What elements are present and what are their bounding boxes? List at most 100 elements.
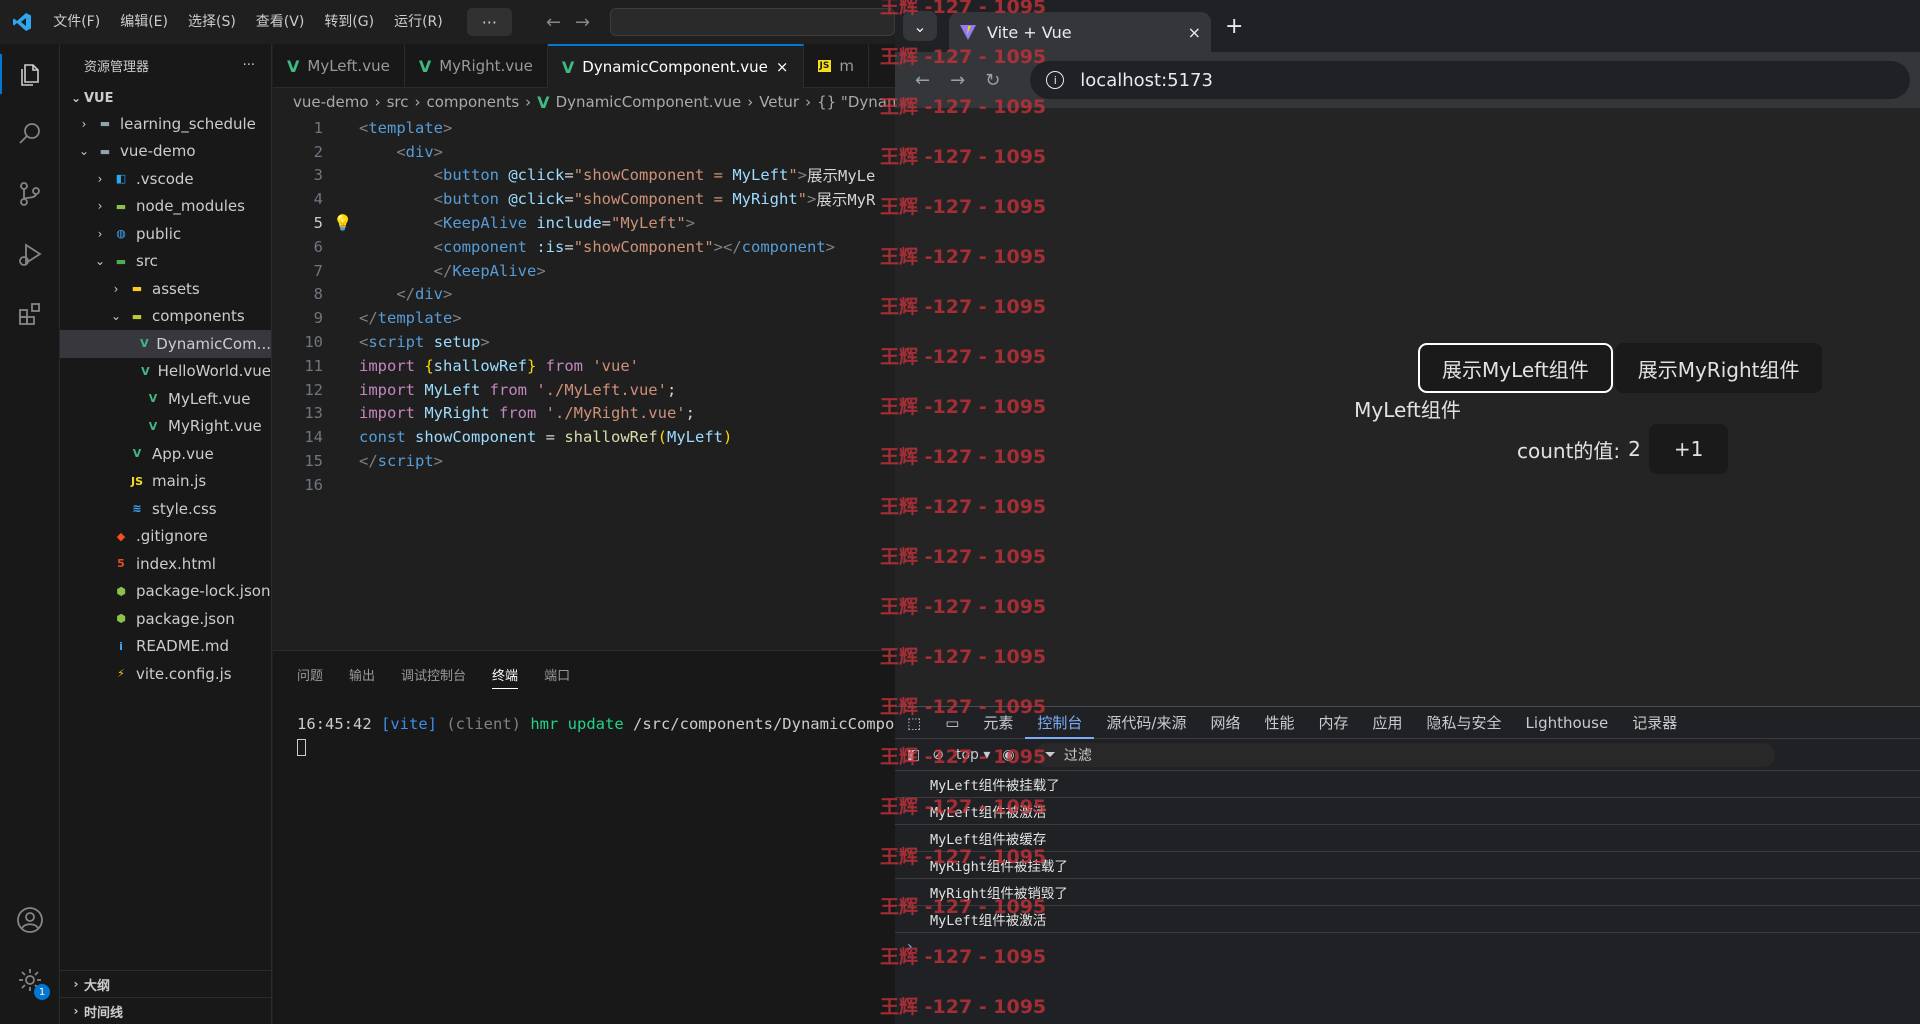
panel-tab[interactable]: 端口 [544,665,570,689]
tree-item[interactable]: ◆ .gitignore [60,523,271,551]
console-filter[interactable]: ⏷ 过滤 [1034,742,1775,767]
devtools-tab[interactable]: 隐私与安全 [1415,707,1514,739]
tree-item[interactable]: V App.vue [60,440,271,468]
code-token: MyRight [732,190,798,209]
sidebar-toggle-icon[interactable]: ◧ [907,747,920,763]
workspace-header[interactable]: ⌄ VUE [60,86,271,110]
devtools-tab[interactable]: 记录器 [1620,707,1689,739]
devtools-tab[interactable]: 内存 [1307,707,1361,739]
menu-item[interactable]: 查看(V) [246,0,315,44]
tree-item[interactable]: i README.md [60,633,271,661]
panel-tab[interactable]: 终端 [492,665,519,689]
breadcrumb-item[interactable]: Vetur [759,93,799,111]
terminal-output[interactable]: 16:45:42 [vite] (client) hmr update /src… [273,689,913,733]
tree-item[interactable]: › ◧ .vscode [60,165,271,193]
show-myleft-button[interactable]: 展示MyLeft组件 [1418,343,1613,393]
menu-item[interactable]: 编辑(E) [110,0,178,44]
browser-tab[interactable]: Vite + Vue × [949,12,1211,52]
outline-section[interactable]: › 大纲 [60,970,272,997]
assets-folder-icon: ▬ [131,282,143,296]
editor-tab[interactable]: V MyRight.vue [405,44,548,88]
context-selector[interactable]: top ▾ [956,747,990,763]
vue-icon: V [148,392,158,406]
devtools-tab[interactable]: 源代码/来源 [1094,707,1198,739]
devtools-tab[interactable]: 网络 [1198,707,1252,739]
editor-tab[interactable]: JS m [804,44,869,88]
breadcrumb-item[interactable]: components [426,93,519,111]
forward-arrow-icon[interactable]: → [575,12,590,33]
clear-console-icon[interactable]: ⊘ [932,747,944,763]
inspect-element-icon[interactable]: ⬚ [895,707,933,739]
code-line: 16 [273,473,895,497]
tree-item[interactable]: 5 index.html [60,550,271,578]
panel-tab[interactable]: 输出 [349,665,375,689]
tab-close-icon[interactable]: × [1188,23,1201,42]
menu-item[interactable]: 文件(F) [43,0,110,44]
account-icon[interactable] [0,890,60,950]
menu-item[interactable]: 转到(G) [314,0,384,44]
increment-button[interactable]: +1 [1648,424,1729,474]
breadcrumb-item[interactable]: {} "Dynam [817,93,902,111]
tree-item[interactable]: V HelloWorld.vue [60,358,271,386]
tree-item[interactable]: V MyRight.vue [60,413,271,441]
devtools-tab[interactable]: 元素 [971,707,1025,739]
forward-icon[interactable]: → [950,70,965,91]
vscode-title-bar: 文件(F) 编辑(E) 选择(S) 查看(V) 转到(G) 运行(R) ··· ← → [0,0,895,44]
breadcrumb-item[interactable]: vue-demo [293,93,369,111]
reload-icon[interactable]: ↻ [985,70,1000,91]
breadcrumb-item[interactable]: DynamicComponent.vue [556,93,742,111]
run-debug-icon[interactable] [0,224,60,284]
search-icon[interactable] [0,104,60,164]
devtools-tab[interactable]: Lighthouse [1514,707,1621,739]
editor-tab[interactable]: V MyLeft.vue [273,44,405,88]
device-toolbar-icon[interactable]: ▭ [933,707,971,739]
tree-item[interactable]: ⬢ package-lock.json [60,578,271,606]
back-icon[interactable]: ← [915,70,930,91]
tree-item[interactable]: › ▬ assets [60,275,271,303]
timeline-section[interactable]: › 时间线 [60,997,272,1024]
explorer-more-button[interactable]: ··· [243,58,255,73]
tree-item[interactable]: ≋ style.css [60,495,271,523]
tab-search-dropdown-icon[interactable]: ⌄ [903,11,937,41]
settings-gear-icon[interactable]: 1 [0,950,60,1010]
tree-item[interactable]: JS main.js [60,468,271,496]
breadcrumb-item[interactable]: src [387,93,409,111]
code-token: "showComponent = [573,166,733,185]
tree-item[interactable]: V DynamicCom... [60,330,271,358]
live-expression-eye-icon[interactable]: ◉ [1002,747,1014,763]
site-info-icon[interactable]: i [1046,71,1065,89]
menu-item[interactable]: 选择(S) [178,0,246,44]
panel-tab[interactable]: 问题 [297,665,323,689]
code-editor[interactable]: 1 < template >2 < div >3 < button @click = "show… [273,116,895,646]
tree-item[interactable]: › ▬ learning_schedule [60,110,271,138]
show-myright-button[interactable]: 展示MyRight组件 [1614,343,1823,393]
tab-close-icon[interactable]: × [776,58,789,76]
extensions-icon[interactable] [0,284,60,344]
devtools-tab[interactable]: 应用 [1361,707,1415,739]
tree-item[interactable]: › ▬ node_modules [60,193,271,221]
panel-tab[interactable]: 调试控制台 [401,665,466,689]
tree-item[interactable]: ⌄ ▬ components [60,303,271,331]
code-token: "showComponent" [573,237,714,256]
tree-item[interactable]: ⚡ vite.config.js [60,660,271,688]
command-center-search[interactable] [610,8,895,36]
tree-item[interactable]: V MyLeft.vue [60,385,271,413]
devtools-tab[interactable]: 性能 [1252,707,1306,739]
tree-item[interactable]: › ◍ public [60,220,271,248]
console-prompt[interactable]: › [895,939,1920,955]
devtools-tab[interactable]: 控制台 [1025,707,1095,739]
lightbulb-icon[interactable]: 💡 [327,214,359,232]
menu-item[interactable]: 运行(R) [384,0,453,44]
editor-tab[interactable]: V DynamicComponent.vue × [547,44,804,88]
tree-item[interactable]: ⌄ ▬ src [60,248,271,276]
tree-item[interactable]: ⬢ package.json [60,605,271,633]
tree-item[interactable]: ⌄ ▬ vue-demo [60,138,271,166]
source-control-icon[interactable] [0,164,60,224]
explorer-icon[interactable] [0,44,60,104]
back-arrow-icon[interactable]: ← [546,12,561,33]
line-number: 7 [313,261,323,280]
new-tab-button[interactable]: + [1225,14,1243,39]
address-bar[interactable]: i localhost:5173 [1030,61,1911,99]
menu-more-button[interactable]: ··· [466,8,512,36]
code-token: @click [508,166,565,185]
